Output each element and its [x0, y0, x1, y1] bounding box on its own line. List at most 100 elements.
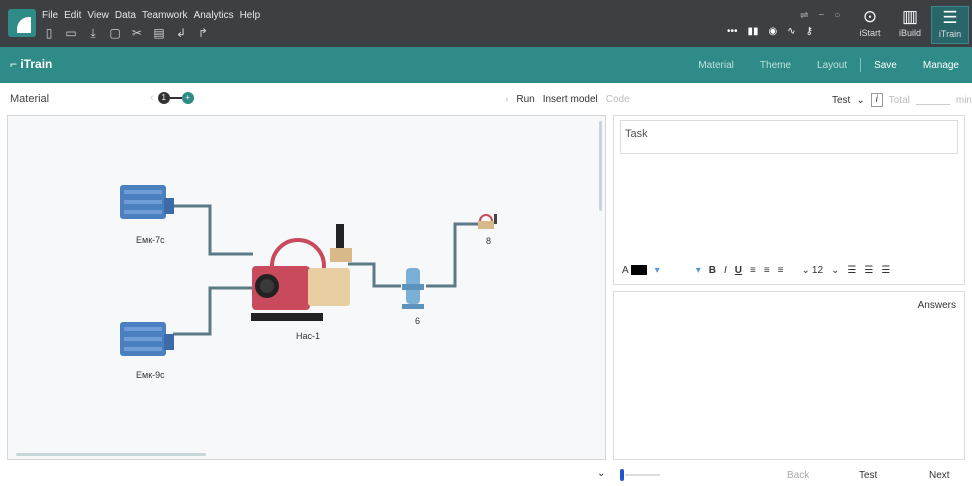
tank-emk7c-label: Емк-7с	[136, 235, 165, 245]
min-label: min	[955, 94, 972, 106]
ibuild-button[interactable]: ▥ iBuild	[891, 6, 929, 44]
nav-layout[interactable]: Layout	[804, 60, 860, 71]
material-toolbar: Material ‹ 1 + › Run Insert model Code T…	[0, 89, 972, 109]
istart-button[interactable]: ⊙ iStart	[851, 6, 889, 44]
pump-nas1-label: Нас-1	[296, 331, 320, 341]
menu-view[interactable]: View	[87, 10, 109, 21]
collapse-chevron-icon[interactable]: ⌄	[597, 468, 605, 479]
next-button[interactable]: Next	[929, 470, 950, 481]
menu-edit[interactable]: Edit	[64, 10, 81, 21]
connector-icon[interactable]: •••	[727, 26, 738, 37]
new-file-icon[interactable]: ▯	[42, 26, 56, 41]
font-color-label: A	[622, 264, 629, 276]
test-button[interactable]: Test	[859, 470, 877, 481]
answers-panel[interactable]: Answers	[613, 291, 965, 460]
align-right-icon[interactable]: ≡	[778, 265, 784, 276]
font-color-dropdown-icon[interactable]: ▾	[655, 265, 660, 276]
test-controls: Test ⌄ i Total min	[832, 93, 972, 107]
font-color-swatch[interactable]	[630, 265, 647, 275]
menu-analytics[interactable]: Analytics	[194, 10, 234, 21]
paste-icon[interactable]: ▤	[152, 26, 166, 41]
list-check-icon: ☰	[942, 8, 958, 27]
undo-icon[interactable]: ↲	[174, 26, 188, 41]
circle-icon[interactable]: ○	[834, 10, 840, 21]
valve-8[interactable]	[478, 214, 497, 229]
material-label: Material	[10, 93, 50, 105]
indent-icon[interactable]: ☰	[881, 265, 890, 276]
pipe-tank1-pump	[173, 204, 253, 256]
menu-data[interactable]: Data	[115, 10, 136, 21]
material-actions: › Run Insert model Code	[505, 94, 630, 105]
bar-chart-icon[interactable]: ▮▮	[748, 26, 759, 37]
pump-nas1[interactable]	[251, 224, 352, 321]
save-button[interactable]: Save	[861, 60, 910, 71]
brand-label: iTrain	[20, 57, 53, 71]
font-size-dropdown-icon[interactable]: ⌄	[802, 265, 810, 276]
bold-button[interactable]: B	[709, 265, 716, 276]
canvas-vertical-scrollbar[interactable]	[599, 121, 602, 211]
add-step-button[interactable]: +	[181, 92, 194, 104]
zoom-slider-handle[interactable]	[620, 469, 624, 481]
task-panel: Task A ▾ ▾ B I U ≡ ≡ ≡ ⌄ 12 ⌄ ☰ ☰ ☰ Answ…	[613, 115, 965, 460]
valve-8-label: 8	[486, 236, 491, 246]
font-size-value[interactable]: 12	[812, 265, 823, 276]
redo-icon[interactable]: ↱	[196, 26, 210, 41]
italic-button[interactable]: I	[724, 265, 727, 276]
filter-6-label: 6	[415, 316, 420, 326]
tank-emk7c[interactable]	[120, 185, 174, 219]
zoom-slider-track[interactable]	[625, 474, 660, 476]
formatting-toolbar: A ▾ ▾ B I U ≡ ≡ ≡ ⌄ 12 ⌄ ☰ ☰ ☰	[622, 261, 966, 279]
filter-6[interactable]	[402, 268, 424, 309]
underline-button[interactable]: U	[735, 265, 742, 276]
minus-icon[interactable]: −	[818, 10, 824, 21]
link-icon[interactable]: ⇌	[800, 10, 808, 21]
itrain-button[interactable]: ☰ iTrain	[931, 6, 969, 44]
building-icon: ▥	[901, 7, 919, 26]
insert-model-button[interactable]: Insert model	[543, 94, 598, 105]
bullet-list-icon[interactable]: ☰	[847, 265, 856, 276]
total-input[interactable]	[915, 95, 950, 105]
tank-emk9c[interactable]	[120, 322, 174, 356]
diagram-canvas[interactable]: Емк-7с Емк-9с Нас-1 6 8	[7, 115, 606, 460]
test-select[interactable]: Test	[832, 95, 850, 106]
code-button[interactable]: Code	[606, 94, 630, 105]
open-folder-icon[interactable]: ▭	[64, 26, 78, 41]
chevron-right-icon[interactable]: ›	[505, 94, 508, 105]
menu-bar: File Edit View Data Teamwork Analytics H…	[42, 10, 260, 21]
menu-file[interactable]: File	[42, 10, 58, 21]
chevron-down-icon[interactable]: ⌄	[856, 95, 864, 106]
step-indicator: ‹ 1 +	[150, 92, 194, 104]
chevron-left-icon[interactable]: ‹	[150, 92, 154, 104]
highlight-dropdown-icon[interactable]: ▾	[696, 265, 701, 276]
manage-button[interactable]: Manage	[910, 60, 972, 71]
run-button[interactable]: Run	[516, 94, 534, 105]
ibuild-label: iBuild	[898, 28, 921, 38]
app-topbar: File Edit View Data Teamwork Analytics H…	[0, 0, 972, 47]
info-icon[interactable]: i	[870, 93, 883, 107]
pipe-pump-filter	[348, 262, 401, 288]
nav-items: Material Theme Layout Save Manage	[685, 47, 972, 83]
task-editor: Task A ▾ ▾ B I U ≡ ≡ ≡ ⌄ 12 ⌄ ☰ ☰ ☰	[613, 115, 965, 285]
cut-icon[interactable]: ✂	[130, 26, 144, 41]
import-icon[interactable]: ⤓	[86, 26, 100, 41]
numbered-list-icon[interactable]: ☰	[864, 265, 873, 276]
font-size-chevron-icon[interactable]: ⌄	[831, 265, 839, 276]
back-button[interactable]: Back	[787, 470, 809, 481]
wave-icon[interactable]: ∿	[787, 26, 795, 37]
module-navbar: ⌐ iTrain Material Theme Layout Save Mana…	[0, 47, 972, 83]
menu-help[interactable]: Help	[240, 10, 261, 21]
step-1[interactable]: 1	[157, 92, 170, 104]
nav-theme[interactable]: Theme	[747, 60, 804, 71]
task-input[interactable]: Task	[620, 120, 958, 154]
align-left-icon[interactable]: ≡	[750, 265, 756, 276]
nav-material[interactable]: Material	[685, 60, 747, 71]
tank-emk9c-label: Емк-9с	[136, 370, 165, 380]
menu-teamwork[interactable]: Teamwork	[142, 10, 188, 21]
align-center-icon[interactable]: ≡	[764, 265, 770, 276]
key-icon[interactable]: ⚷	[806, 26, 813, 37]
canvas-horizontal-scrollbar[interactable]	[16, 453, 206, 456]
copy-icon[interactable]: ▢	[108, 26, 122, 41]
diagram-controls: ••• ▮▮ ◉ ∿ ⚷	[727, 26, 813, 37]
pipe-tank2-pump	[173, 286, 253, 336]
eye-icon[interactable]: ◉	[769, 26, 778, 37]
